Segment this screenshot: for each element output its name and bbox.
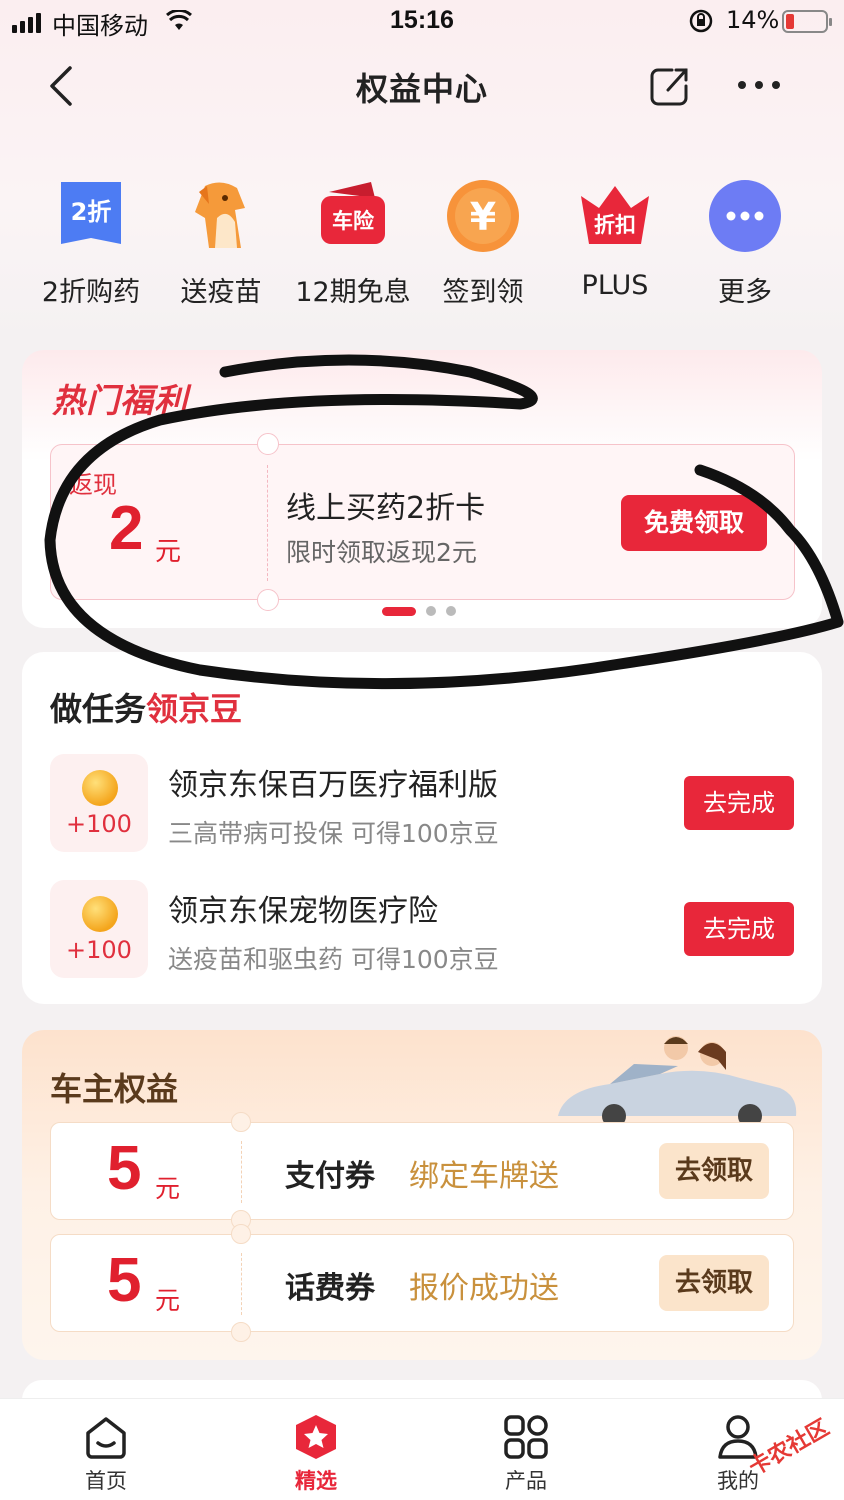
dog-icon <box>183 178 259 254</box>
coupon-desc: 限时领取返现2元 <box>286 538 477 567</box>
task-name: 领京东保宠物医疗险 <box>168 894 438 929</box>
bean-points: +100 <box>66 810 132 838</box>
task-desc: 送疫苗和驱虫药 可得100京豆 <box>168 945 499 974</box>
coupon-amount: 2 <box>109 494 144 563</box>
share-icon[interactable] <box>648 66 692 106</box>
coupon-notch <box>231 1224 251 1244</box>
quick-action-more[interactable]: 更多 <box>680 178 810 309</box>
pill-badge-icon: 2折 <box>53 178 129 254</box>
task-desc: 三高带病可投保 可得100京豆 <box>168 819 499 848</box>
claim-button[interactable]: 去领取 <box>659 1255 769 1311</box>
coupon-amount: 5 <box>107 1246 142 1315</box>
quick-action-label: PLUS <box>581 270 649 301</box>
bean-icon <box>82 770 118 806</box>
section-title: 车主权益 <box>50 1070 179 1108</box>
section-title: 做任务领京豆 <box>50 690 243 728</box>
tasks-card: 做任务领京豆 +100 领京东保百万医疗福利版 三高带病可投保 可得100京豆 … <box>22 652 822 1004</box>
tab-products[interactable]: 产品 <box>476 1413 576 1495</box>
claim-free-button[interactable]: 免费领取 <box>621 495 767 551</box>
coupon-amount: 5 <box>107 1134 142 1203</box>
coupon-name: 话费券 <box>285 1271 375 1306</box>
home-icon <box>82 1413 130 1461</box>
tab-featured[interactable]: 精选 <box>266 1413 366 1495</box>
crown-discount-icon: 折扣 <box>577 178 653 254</box>
pager-dot <box>426 606 436 616</box>
quick-action-label: 12期免息 <box>295 277 411 308</box>
tab-label: 首页 <box>85 1469 127 1493</box>
clock: 15:16 <box>390 6 454 34</box>
more-icon[interactable] <box>738 72 788 98</box>
section-title: 热门福利 <box>52 381 188 420</box>
coupon-unit: 元 <box>155 537 182 567</box>
more-circle-icon <box>707 178 783 254</box>
convertible-car-illustration <box>558 1036 797 1126</box>
car-coupon-row[interactable]: 5 元 话费券 报价成功送 去领取 <box>50 1224 794 1342</box>
car-coupon-row[interactable]: 5 元 支付券 绑定车牌送 去领取 <box>50 1112 794 1230</box>
quick-action-plus[interactable]: 折扣 PLUS <box>550 178 680 301</box>
task-complete-button[interactable]: 去完成 <box>684 776 794 830</box>
svg-text:¥: ¥ <box>470 195 496 239</box>
coupon-divider <box>267 465 268 581</box>
grid-icon <box>502 1413 550 1461</box>
bottom-tab-bar: 首页 精选 产品 我的 <box>0 1398 844 1500</box>
task-row: +100 领京东保宠物医疗险 送疫苗和驱虫药 可得100京豆 去完成 <box>50 880 800 980</box>
claim-button[interactable]: 去领取 <box>659 1143 769 1199</box>
car-insurance-icon: 车险 <box>315 178 391 254</box>
coupon-notch <box>257 433 279 455</box>
coupon-divider <box>241 1141 242 1203</box>
hot-benefits-card: 热门福利 返现 2 元 线上买药2折卡 限时领取返现2元 免费领取 <box>22 350 822 628</box>
coupon-desc: 绑定车牌送 <box>409 1159 559 1194</box>
svg-text:车险: 车险 <box>332 209 375 233</box>
coupon-notch <box>257 589 279 611</box>
quick-action-label: 2折购药 <box>41 277 141 308</box>
quick-action-installment[interactable]: 车险 12期免息 <box>288 178 418 309</box>
quick-action-label: 更多 <box>718 277 772 308</box>
coupon-desc: 报价成功送 <box>409 1271 559 1306</box>
task-name: 领京东保百万医疗福利版 <box>168 768 498 803</box>
coupon-card[interactable]: 返现 2 元 线上买药2折卡 限时领取返现2元 免费领取 <box>50 433 795 611</box>
bean-reward: +100 <box>50 880 148 978</box>
coupon-divider <box>241 1253 242 1315</box>
quick-action-label: 签到领 <box>442 277 524 308</box>
coupon-name: 线上买药2折卡 <box>286 491 486 526</box>
coupon-notch <box>231 1322 251 1342</box>
star-badge-icon <box>292 1413 340 1461</box>
car-owner-card: 车主权益 5 元 支付券 绑定车牌送 去领取 5 元 话费券 报价成功送 去领取 <box>22 1030 822 1360</box>
task-complete-button[interactable]: 去完成 <box>684 902 794 956</box>
battery-icon <box>782 10 832 33</box>
battery-percent: 14% <box>726 6 780 34</box>
svg-text:2折: 2折 <box>71 198 112 226</box>
coupon-unit: 元 <box>155 1286 181 1315</box>
task-row: +100 领京东保百万医疗福利版 三高带病可投保 可得100京豆 去完成 <box>50 754 800 854</box>
tab-home[interactable]: 首页 <box>56 1413 156 1495</box>
tab-label: 产品 <box>505 1469 547 1493</box>
quick-action-checkin[interactable]: ¥ 签到领 <box>418 178 548 309</box>
pager-dot-active <box>382 606 416 616</box>
coupon-name: 支付券 <box>285 1159 375 1194</box>
bean-points: +100 <box>66 936 132 964</box>
page-title: 权益中心 <box>355 70 488 108</box>
yen-coin-icon: ¥ <box>445 178 521 254</box>
quick-action-discount-medicine[interactable]: 2折 2折购药 <box>26 178 156 309</box>
quick-action-label: 送疫苗 <box>180 277 262 308</box>
status-bar: 中国移动 15:16 14% <box>0 0 844 44</box>
coupon-unit: 元 <box>155 1174 181 1203</box>
quick-action-vaccine[interactable]: 送疫苗 <box>156 178 286 309</box>
tab-label: 精选 <box>295 1469 337 1493</box>
carousel-pager <box>382 606 456 616</box>
pager-dot <box>446 606 456 616</box>
coupon-notch <box>231 1112 251 1132</box>
bean-reward: +100 <box>50 754 148 852</box>
bean-icon <box>82 896 118 932</box>
svg-text:折扣: 折扣 <box>594 213 636 237</box>
rotation-lock-icon <box>689 9 713 33</box>
